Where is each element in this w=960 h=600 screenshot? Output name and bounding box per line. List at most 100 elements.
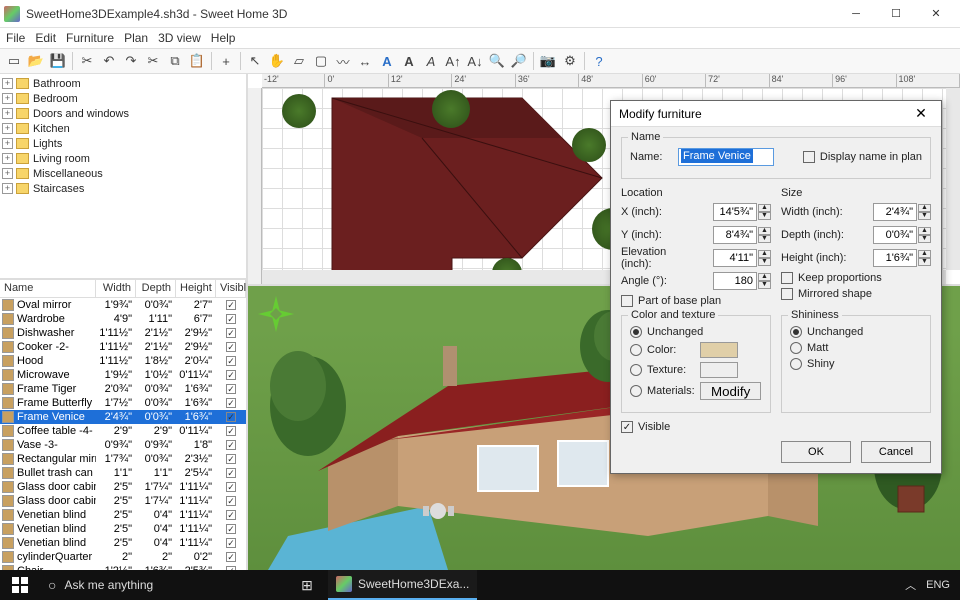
text-icon[interactable]: A [377, 51, 397, 71]
mirrored-checkbox[interactable] [781, 288, 793, 300]
name-input[interactable]: Frame Venice [678, 148, 774, 166]
cut2-icon[interactable]: ✂ [143, 51, 163, 71]
expander-icon[interactable]: + [2, 93, 13, 104]
menu-3dview[interactable]: 3D view [158, 31, 201, 45]
modify-materials-button[interactable]: Modify [700, 382, 761, 400]
taskbar-search[interactable]: ○Ask me anything [40, 570, 290, 600]
table-row[interactable]: Venetian blind2'5"0'4"1'11¼"✓ [0, 522, 246, 536]
row-visible-checkbox[interactable]: ✓ [226, 538, 236, 548]
y-input[interactable]: ▲▼ [713, 226, 771, 244]
open-icon[interactable]: 📂 [26, 51, 46, 71]
row-visible-checkbox[interactable]: ✓ [226, 356, 236, 366]
camera-icon[interactable]: 📷 [538, 51, 558, 71]
tray-chevron-icon[interactable]: ︿ [905, 577, 916, 593]
redo-icon[interactable]: ↷ [121, 51, 141, 71]
tree-item[interactable]: +Miscellaneous [2, 166, 244, 181]
col-depth[interactable]: Depth [136, 280, 176, 297]
table-row[interactable]: Microwave1'9½"1'0½"0'11¼"✓ [0, 368, 246, 382]
expander-icon[interactable]: + [2, 123, 13, 134]
row-visible-checkbox[interactable]: ✓ [226, 524, 236, 534]
copy-icon[interactable]: ⧉ [165, 51, 185, 71]
plan-vscroll[interactable] [946, 88, 960, 270]
materials-radio[interactable] [630, 385, 642, 397]
wall-icon[interactable]: ▱ [289, 51, 309, 71]
tree-item[interactable]: +Living room [2, 151, 244, 166]
menu-file[interactable]: File [6, 31, 25, 45]
row-visible-checkbox[interactable]: ✓ [226, 454, 236, 464]
row-visible-checkbox[interactable]: ✓ [226, 300, 236, 310]
menu-edit[interactable]: Edit [35, 31, 56, 45]
row-visible-checkbox[interactable]: ✓ [226, 440, 236, 450]
new-icon[interactable]: ▭ [4, 51, 24, 71]
tree-item[interactable]: +Bathroom [2, 76, 244, 91]
row-visible-checkbox[interactable]: ✓ [226, 328, 236, 338]
menu-plan[interactable]: Plan [124, 31, 148, 45]
table-row[interactable]: Vase -3-0'9¾"0'9¾"1'8"✓ [0, 438, 246, 452]
row-visible-checkbox[interactable]: ✓ [226, 552, 236, 562]
angle-input[interactable]: ▲▼ [713, 272, 771, 290]
table-row[interactable]: Venetian blind2'5"0'4"1'11¼"✓ [0, 508, 246, 522]
text-bold-icon[interactable]: A [399, 51, 419, 71]
expander-icon[interactable]: + [2, 153, 13, 164]
row-visible-checkbox[interactable]: ✓ [226, 412, 236, 422]
table-row[interactable]: Venetian blind2'5"0'4"1'11¼"✓ [0, 536, 246, 550]
texture-swatch[interactable] [700, 362, 738, 378]
settings-icon[interactable]: ⚙ [560, 51, 580, 71]
col-name[interactable]: Name [0, 280, 96, 297]
select-icon[interactable]: ↖ [245, 51, 265, 71]
expander-icon[interactable]: + [2, 78, 13, 89]
text-inc-icon[interactable]: A↑ [443, 51, 463, 71]
paste-icon[interactable]: 📋 [187, 51, 207, 71]
baseplan-checkbox[interactable] [621, 295, 633, 307]
row-visible-checkbox[interactable]: ✓ [226, 468, 236, 478]
color-swatch[interactable] [700, 342, 738, 358]
table-row[interactable]: Glass door cabinet -2-2'5"1'7¼"1'11¼"✓ [0, 494, 246, 508]
expander-icon[interactable]: + [2, 168, 13, 179]
row-visible-checkbox[interactable]: ✓ [226, 398, 236, 408]
zoom-in-icon[interactable]: 🔍 [487, 51, 507, 71]
compass-icon[interactable] [256, 294, 296, 334]
table-row[interactable]: Bullet trash can1'1"1'1"2'5¼"✓ [0, 466, 246, 480]
table-row[interactable]: Dishwasher1'11½"2'1½"2'9½"✓ [0, 326, 246, 340]
table-row[interactable]: Wardrobe4'9"1'11"6'7"✓ [0, 312, 246, 326]
row-visible-checkbox[interactable]: ✓ [226, 482, 236, 492]
shine-unchanged-radio[interactable] [790, 326, 802, 338]
minimize-button[interactable]: ─ [836, 0, 876, 28]
table-row[interactable]: Glass door cabinet -2-2'5"1'7¼"1'11¼"✓ [0, 480, 246, 494]
dimension-icon[interactable]: ↔ [355, 51, 375, 71]
table-row[interactable]: Frame Tiger2'0¾"0'0¾"1'6¾"✓ [0, 382, 246, 396]
expander-icon[interactable]: + [2, 183, 13, 194]
row-visible-checkbox[interactable]: ✓ [226, 370, 236, 380]
expander-icon[interactable]: + [2, 138, 13, 149]
col-visible[interactable]: Visible [216, 280, 246, 297]
row-visible-checkbox[interactable]: ✓ [226, 314, 236, 324]
zoom-out-icon[interactable]: 🔎 [509, 51, 529, 71]
undo-icon[interactable]: ↶ [99, 51, 119, 71]
cancel-button[interactable]: Cancel [861, 441, 931, 463]
cut-icon[interactable]: ✂ [77, 51, 97, 71]
menu-help[interactable]: Help [211, 31, 236, 45]
elevation-input[interactable]: ▲▼ [713, 249, 771, 267]
text-ital-icon[interactable]: A [421, 51, 441, 71]
color-radio[interactable] [630, 344, 642, 356]
maximize-button[interactable]: ☐ [876, 0, 916, 28]
expander-icon[interactable]: + [2, 108, 13, 119]
furniture-list-header[interactable]: Name Width Depth Height Visible [0, 280, 246, 298]
tree-item[interactable]: +Lights [2, 136, 244, 151]
tree-item[interactable]: +Kitchen [2, 121, 244, 136]
table-row[interactable]: cylinderQuarter2"2"0'2"✓ [0, 550, 246, 564]
col-width[interactable]: Width [96, 280, 136, 297]
tree-item[interactable]: +Staircases [2, 181, 244, 196]
row-visible-checkbox[interactable]: ✓ [226, 496, 236, 506]
tree-item[interactable]: +Bedroom [2, 91, 244, 106]
visible-checkbox[interactable]: ✓ [621, 421, 633, 433]
keepprop-checkbox[interactable] [781, 272, 793, 284]
tray-lang[interactable]: ENG [926, 579, 950, 591]
task-view-icon[interactable]: ⊞ [290, 577, 324, 594]
height-input[interactable]: ▲▼ [873, 249, 931, 267]
catalog-tree[interactable]: +Bathroom+Bedroom+Doors and windows+Kitc… [0, 74, 246, 280]
shiny-radio[interactable] [790, 358, 802, 370]
table-row[interactable]: Coffee table -4-2'9"2'9"0'11¼"✓ [0, 424, 246, 438]
table-row[interactable]: Frame Venice2'4¾"0'0¾"1'6¾"✓ [0, 410, 246, 424]
matt-radio[interactable] [790, 342, 802, 354]
